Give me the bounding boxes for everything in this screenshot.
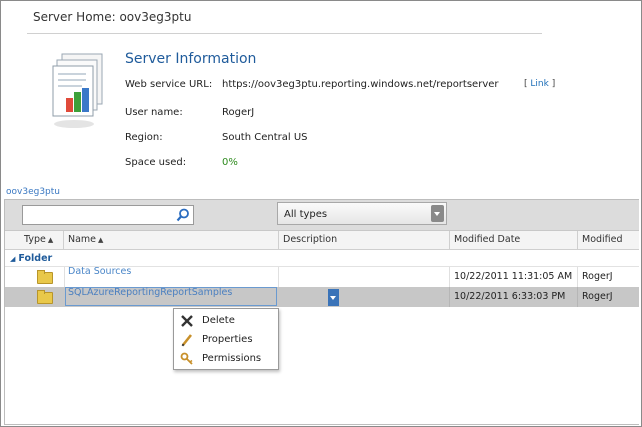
item-modified-by: RogerJ <box>582 291 613 302</box>
column-header-description[interactable]: Description <box>279 231 450 249</box>
web-service-url-label: Web service URL: <box>125 79 213 90</box>
item-name-selected[interactable]: SQLAzureReportingReportSamples <box>65 287 339 306</box>
menu-item-delete[interactable]: Delete <box>174 311 278 330</box>
folder-icon <box>37 290 53 304</box>
column-header-modified-date[interactable]: Modified Date <box>450 231 578 249</box>
url-link[interactable]: Link <box>530 79 548 89</box>
column-header-type[interactable]: Type ▲ <box>20 231 64 249</box>
web-service-url-value: https://oov3eg3ptu.reporting.windows.net… <box>222 79 499 90</box>
table-row-selected[interactable]: SQLAzureReportingReportSamples 10/22/201… <box>5 287 639 307</box>
space-used-label: Space used: <box>125 157 187 168</box>
space-used-value: 0% <box>222 157 238 168</box>
url-link-group: [ Link ] <box>524 79 555 89</box>
user-name-value: RogerJ <box>222 107 255 118</box>
collapse-triangle-icon[interactable]: ◢ <box>10 255 15 263</box>
folder-icon <box>37 270 53 284</box>
search-icon[interactable] <box>176 208 190 222</box>
item-modified-date: 10/22/2011 6:33:03 PM <box>450 287 578 307</box>
grid-toolbar: All types <box>5 200 639 231</box>
region-value: South Central US <box>222 132 308 143</box>
item-modified-date: 10/22/2011 11:31:05 AM <box>450 267 578 287</box>
menu-item-permissions[interactable]: Permissions <box>174 349 278 368</box>
server-info-title: Server Information <box>125 51 257 67</box>
report-document-icon <box>52 53 103 128</box>
pencil-icon <box>181 334 193 347</box>
keys-icon <box>180 352 193 365</box>
column-header-modified-by[interactable]: Modified <box>578 231 639 249</box>
item-name-link[interactable]: Data Sources <box>68 262 131 282</box>
delete-x-icon <box>181 315 193 327</box>
title-divider <box>27 33 542 34</box>
sort-asc-icon: ▲ <box>47 236 54 244</box>
user-name-label: User name: <box>125 107 183 118</box>
menu-item-properties[interactable]: Properties <box>174 330 278 349</box>
grid-header: Type ▲ Name ▲ Description Modified Date Mo… <box>5 231 639 250</box>
item-context-menu: Delete Properties Permissions <box>173 308 279 370</box>
region-label: Region: <box>125 132 163 143</box>
sort-asc-icon: ▲ <box>98 236 104 244</box>
chevron-down-icon[interactable] <box>431 205 444 222</box>
breadcrumb[interactable]: oov3eg3ptu <box>6 187 60 197</box>
link-open-bracket: [ <box>524 79 528 89</box>
column-header-name[interactable]: Name ▲ <box>64 231 279 249</box>
item-description <box>279 287 450 307</box>
type-filter-value: All types <box>284 209 328 220</box>
item-description <box>279 267 450 287</box>
items-grid: All types Type ▲ Name ▲ Description Modifi… <box>4 199 639 425</box>
item-modified-by: RogerJ <box>582 271 613 282</box>
page-title: Server Home: oov3eg3ptu <box>33 10 192 24</box>
group-header-folder[interactable]: ◢ Folder <box>10 253 52 264</box>
type-filter-select[interactable]: All types <box>277 202 447 225</box>
item-name-link[interactable]: SQLAzureReportingReportSamples <box>68 283 232 303</box>
link-close-bracket: ] <box>551 79 556 89</box>
search-input[interactable] <box>22 205 194 225</box>
